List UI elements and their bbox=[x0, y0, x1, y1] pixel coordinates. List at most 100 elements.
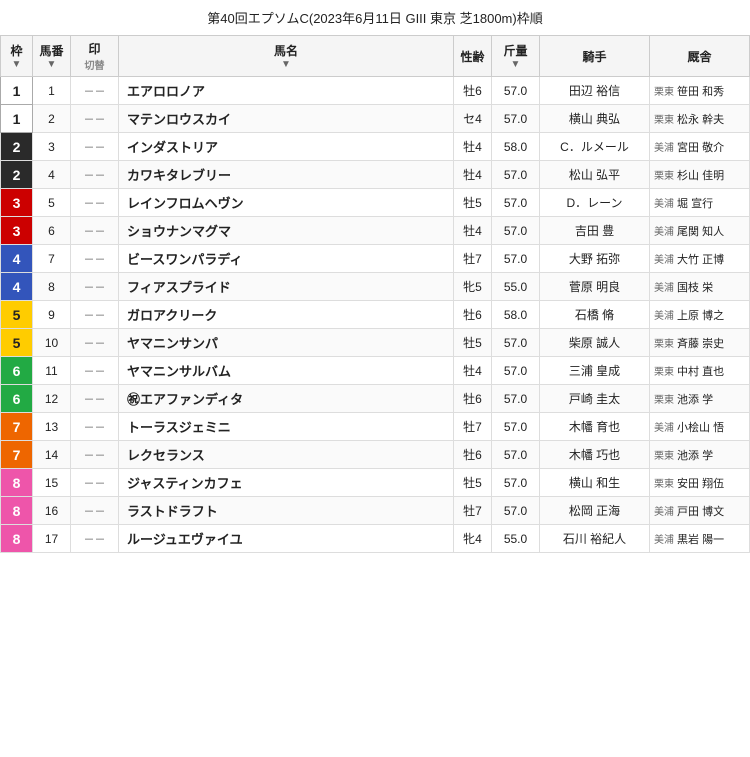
cell-uma: トーラスジェミニ bbox=[119, 413, 454, 441]
cell-bango: 12 bbox=[33, 385, 71, 413]
cell-waku: 5 bbox=[1, 301, 33, 329]
cell-basha: 栗東 池添 学 bbox=[650, 441, 750, 469]
cell-seire: 牝5 bbox=[454, 273, 492, 301]
cell-bango: 11 bbox=[33, 357, 71, 385]
cell-seire: 牡5 bbox=[454, 329, 492, 357]
cell-bango: 8 bbox=[33, 273, 71, 301]
header-uma: 馬名 ▼ bbox=[119, 36, 454, 77]
table-row: 5 10 －－ ヤマニンサンパ 牡5 57.0 柴原 誠人 栗東 斉藤 崇史 bbox=[1, 329, 750, 357]
cell-uma: エアロロノア bbox=[119, 77, 454, 105]
header-kinryo: 斤量 ▼ bbox=[492, 36, 540, 77]
cell-kishi: 吉田 豊 bbox=[540, 217, 650, 245]
cell-kishi: 木幡 巧也 bbox=[540, 441, 650, 469]
cell-uma: ヤマニンサンパ bbox=[119, 329, 454, 357]
cell-basha: 栗東 斉藤 崇史 bbox=[650, 329, 750, 357]
cell-kinryo: 57.0 bbox=[492, 161, 540, 189]
cell-kishi: 横山 和生 bbox=[540, 469, 650, 497]
cell-shirushi: －－ bbox=[71, 413, 119, 441]
table-row: 4 7 －－ ビースワンパラディ 牡7 57.0 大野 拓弥 美浦 大竹 正博 bbox=[1, 245, 750, 273]
cell-shirushi: －－ bbox=[71, 441, 119, 469]
table-row: 6 11 －－ ヤマニンサルバム 牡4 57.0 三浦 皇成 栗東 中村 直也 bbox=[1, 357, 750, 385]
cell-kishi: 菅原 明良 bbox=[540, 273, 650, 301]
cell-bango: 6 bbox=[33, 217, 71, 245]
header-bango: 馬番 ▼ bbox=[33, 36, 71, 77]
cell-basha: 美浦 宮田 敬介 bbox=[650, 133, 750, 161]
cell-seire: 牝4 bbox=[454, 525, 492, 553]
cell-waku: 8 bbox=[1, 469, 33, 497]
cell-kinryo: 57.0 bbox=[492, 357, 540, 385]
header-basha: 厩舎 bbox=[650, 36, 750, 77]
cell-waku: 3 bbox=[1, 217, 33, 245]
cell-basha: 美浦 戸田 博文 bbox=[650, 497, 750, 525]
cell-shirushi: －－ bbox=[71, 525, 119, 553]
cell-bango: 17 bbox=[33, 525, 71, 553]
cell-seire: 牡7 bbox=[454, 497, 492, 525]
cell-uma: ヤマニンサルバム bbox=[119, 357, 454, 385]
cell-kinryo: 55.0 bbox=[492, 273, 540, 301]
cell-waku: 4 bbox=[1, 273, 33, 301]
cell-waku: 6 bbox=[1, 357, 33, 385]
cell-basha: 美浦 尾関 知人 bbox=[650, 217, 750, 245]
table-row: 8 17 －－ ルージュエヴァイユ 牝4 55.0 石川 裕紀人 美浦 黒岩 陽… bbox=[1, 525, 750, 553]
header-shirushi: 印 切替 bbox=[71, 36, 119, 77]
cell-kinryo: 57.0 bbox=[492, 329, 540, 357]
cell-seire: 牡5 bbox=[454, 189, 492, 217]
table-row: 5 9 －－ ガロアクリーク 牡6 58.0 石橋 脩 美浦 上原 博之 bbox=[1, 301, 750, 329]
cell-kishi: 松山 弘平 bbox=[540, 161, 650, 189]
cell-kishi: 田辺 裕信 bbox=[540, 77, 650, 105]
cell-kishi: 松岡 正海 bbox=[540, 497, 650, 525]
cell-waku: 6 bbox=[1, 385, 33, 413]
cell-shirushi: －－ bbox=[71, 273, 119, 301]
cell-kinryo: 57.0 bbox=[492, 441, 540, 469]
cell-waku: 7 bbox=[1, 441, 33, 469]
cell-basha: 栗東 松永 幹夫 bbox=[650, 105, 750, 133]
table-row: 7 13 －－ トーラスジェミニ 牡7 57.0 木幡 育也 美浦 小桧山 悟 bbox=[1, 413, 750, 441]
cell-uma: ジャスティンカフェ bbox=[119, 469, 454, 497]
cell-uma: ビースワンパラディ bbox=[119, 245, 454, 273]
table-row: 7 14 －－ レクセランス 牡6 57.0 木幡 巧也 栗東 池添 学 bbox=[1, 441, 750, 469]
cell-waku: 2 bbox=[1, 133, 33, 161]
cell-kishi: 大野 拓弥 bbox=[540, 245, 650, 273]
cell-uma: フィアスプライド bbox=[119, 273, 454, 301]
cell-uma: マテンロウスカイ bbox=[119, 105, 454, 133]
cell-seire: 牡4 bbox=[454, 161, 492, 189]
cell-kishi: 石川 裕紀人 bbox=[540, 525, 650, 553]
cell-basha: 美浦 堀 宣行 bbox=[650, 189, 750, 217]
cell-kishi: 柴原 誠人 bbox=[540, 329, 650, 357]
cell-shirushi: －－ bbox=[71, 329, 119, 357]
cell-kinryo: 57.0 bbox=[492, 385, 540, 413]
cell-bango: 5 bbox=[33, 189, 71, 217]
cell-bango: 16 bbox=[33, 497, 71, 525]
table-row: 3 5 －－ レインフロムヘヴン 牡5 57.0 D．レーン 美浦 堀 宣行 bbox=[1, 189, 750, 217]
cell-waku: 3 bbox=[1, 189, 33, 217]
cell-shirushi: －－ bbox=[71, 105, 119, 133]
cell-bango: 14 bbox=[33, 441, 71, 469]
cell-kinryo: 58.0 bbox=[492, 301, 540, 329]
table-row: 6 12 －－ ㊗エアファンディタ 牡6 57.0 戸崎 圭太 栗東 池添 学 bbox=[1, 385, 750, 413]
table-row: 1 1 －－ エアロロノア 牡6 57.0 田辺 裕信 栗東 笹田 和秀 bbox=[1, 77, 750, 105]
table-row: 1 2 －－ マテンロウスカイ セ4 57.0 横山 典弘 栗東 松永 幹夫 bbox=[1, 105, 750, 133]
cell-seire: セ4 bbox=[454, 105, 492, 133]
race-table-wrapper: 枠 ▼ 馬番 ▼ 印 切替 馬名 ▼ 性齢 斤量 ▼ bbox=[0, 35, 750, 553]
cell-kishi: C．ルメール bbox=[540, 133, 650, 161]
table-row: 4 8 －－ フィアスプライド 牝5 55.0 菅原 明良 美浦 国枝 栄 bbox=[1, 273, 750, 301]
race-table: 枠 ▼ 馬番 ▼ 印 切替 馬名 ▼ 性齢 斤量 ▼ bbox=[0, 35, 750, 553]
cell-waku: 2 bbox=[1, 161, 33, 189]
cell-basha: 栗東 安田 翔伍 bbox=[650, 469, 750, 497]
cell-basha: 美浦 黒岩 陽一 bbox=[650, 525, 750, 553]
cell-kishi: 横山 典弘 bbox=[540, 105, 650, 133]
cell-kinryo: 57.0 bbox=[492, 105, 540, 133]
cell-waku: 4 bbox=[1, 245, 33, 273]
cell-seire: 牡5 bbox=[454, 469, 492, 497]
cell-seire: 牡6 bbox=[454, 77, 492, 105]
cell-waku: 7 bbox=[1, 413, 33, 441]
cell-basha: 栗東 中村 直也 bbox=[650, 357, 750, 385]
cell-kinryo: 57.0 bbox=[492, 77, 540, 105]
cell-shirushi: －－ bbox=[71, 497, 119, 525]
cell-seire: 牡7 bbox=[454, 413, 492, 441]
cell-kinryo: 57.0 bbox=[492, 189, 540, 217]
cell-shirushi: －－ bbox=[71, 245, 119, 273]
page-title: 第40回エプソムC(2023年6月11日 GIII 東京 芝1800m)枠順 bbox=[0, 0, 750, 35]
cell-waku: 1 bbox=[1, 77, 33, 105]
cell-kinryo: 55.0 bbox=[492, 525, 540, 553]
